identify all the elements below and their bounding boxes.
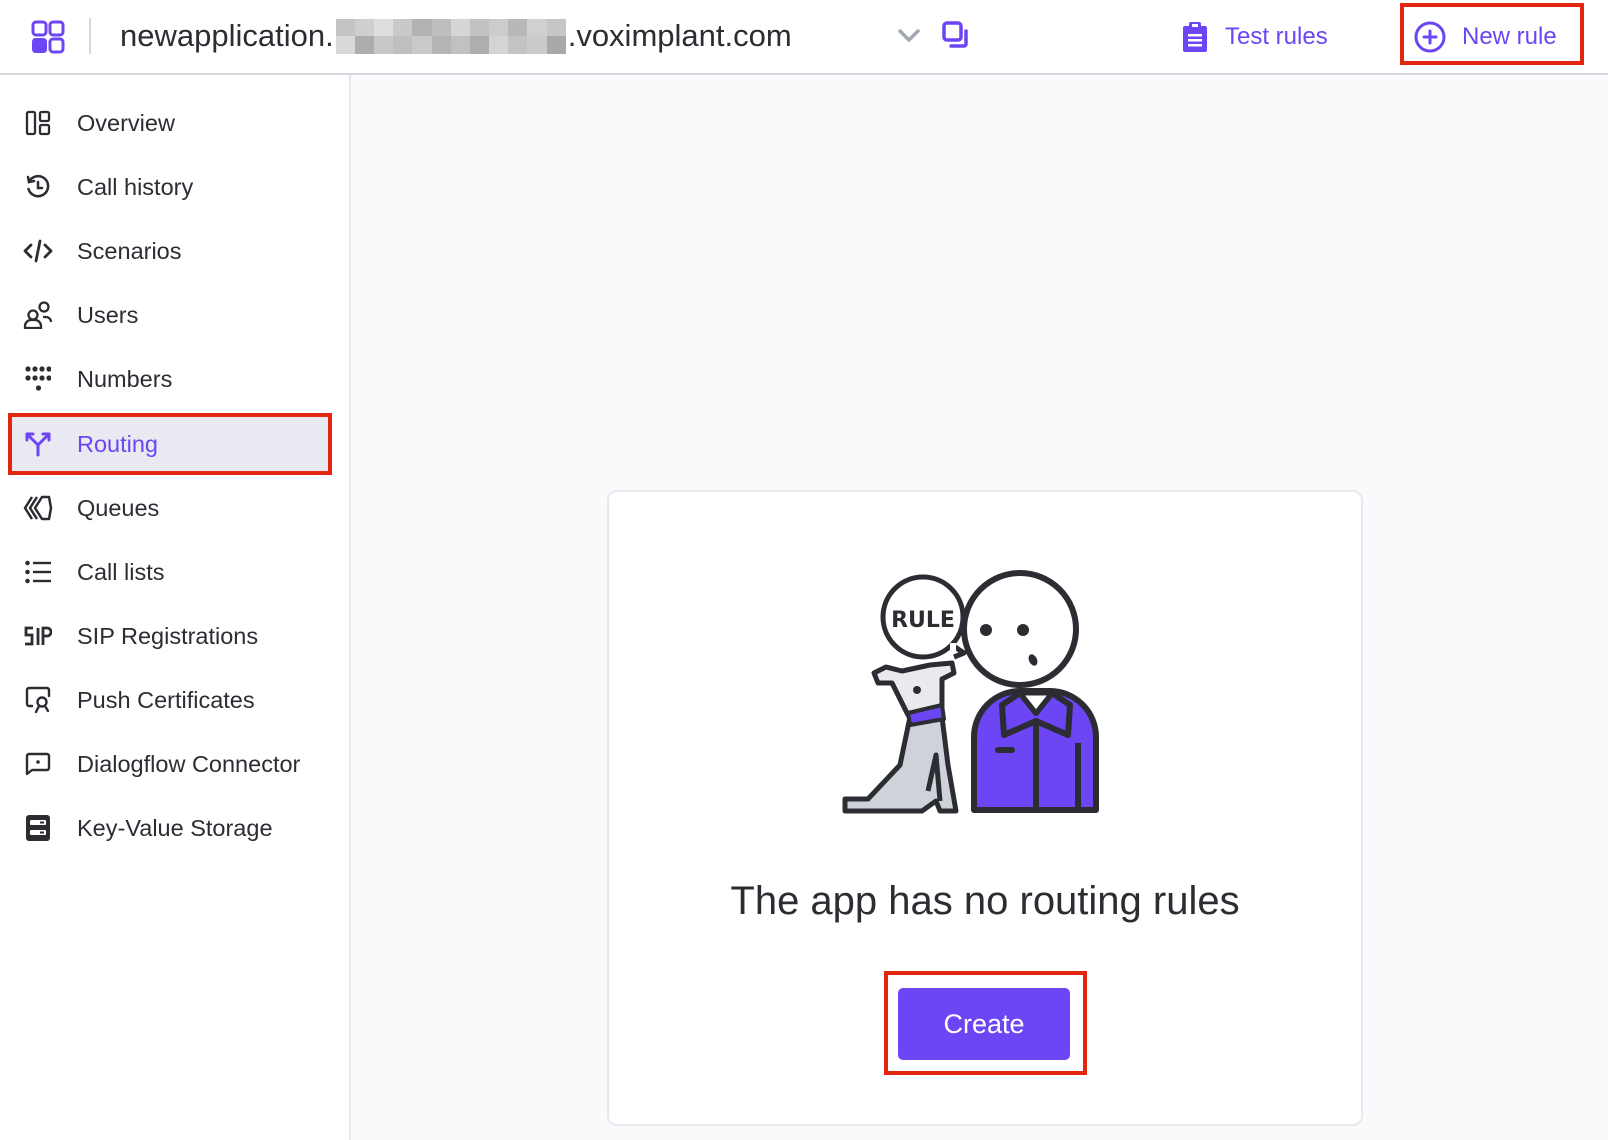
sidebar-item-label: SIP Registrations [77, 622, 259, 649]
person-icon [961, 570, 1099, 813]
sidebar-item-scenarios[interactable]: Scenarios [8, 221, 332, 281]
code-icon [23, 236, 53, 266]
top-header: newapplication. .voximplant.com Test rul… [0, 0, 1608, 75]
sidebar-item-label: Queues [77, 494, 160, 521]
sidebar-item-queues[interactable]: Queues [8, 478, 332, 538]
chevron-down-icon[interactable] [894, 23, 924, 49]
list-icon [23, 557, 53, 587]
sidebar-item-label: Call history [77, 173, 194, 200]
sidebar-item-key-value-storage[interactable]: Key-Value Storage [8, 798, 332, 858]
sidebar-item-dialogflow-connector[interactable]: Dialogflow Connector [8, 734, 332, 794]
dog-and-person-illustration: RULE [842, 570, 1099, 814]
sidebar-item-label: Users [77, 301, 139, 328]
storage-icon [23, 813, 53, 843]
copy-icon[interactable] [940, 20, 970, 50]
sidebar-item-users[interactable]: Users [8, 285, 332, 345]
sidebar-item-label: Key-Value Storage [77, 814, 273, 841]
sidebar-item-overview[interactable]: Overview [8, 93, 332, 153]
sidebar-item-call-history[interactable]: Call history [8, 157, 332, 217]
app-name-suffix: .voximplant.com [567, 18, 792, 53]
sidebar-item-label: Push Certificates [77, 686, 255, 713]
users-icon [23, 300, 53, 330]
create-button[interactable]: Create [898, 988, 1070, 1060]
app-grid-icon[interactable] [31, 20, 65, 54]
sidebar-item-label: Dialogflow Connector [77, 750, 301, 777]
sidebar-item-label: Numbers [77, 365, 173, 392]
sidebar-item-label: Call lists [77, 558, 165, 585]
new-rule-button[interactable]: New rule [1414, 18, 1557, 56]
history-icon [23, 172, 53, 202]
sidebar-item-push-certificates[interactable]: Push Certificates [8, 670, 332, 730]
queues-icon [23, 493, 53, 523]
clipboard-icon [1183, 22, 1207, 52]
certificate-icon [23, 685, 53, 715]
test-rules-button[interactable]: Test rules [1183, 18, 1328, 56]
sidebar-item-label: Routing [77, 430, 158, 457]
test-rules-label: Test rules [1225, 23, 1328, 50]
sidebar-item-sip-registrations[interactable]: SIP Registrations [8, 606, 332, 666]
sidebar-item-label: Overview [77, 109, 175, 136]
sidebar-item-call-lists[interactable]: Call lists [8, 542, 332, 602]
sidebar-item-label: Scenarios [77, 237, 182, 264]
sip-icon [23, 621, 53, 651]
app-name-prefix: newapplication. [120, 18, 334, 53]
overview-icon [23, 108, 53, 138]
sidebar-item-numbers[interactable]: Numbers [8, 349, 332, 409]
header-divider [89, 18, 91, 54]
new-rule-label: New rule [1462, 23, 1557, 50]
dog-icon [842, 660, 959, 814]
routing-icon [23, 429, 53, 459]
dialpad-icon [23, 364, 53, 394]
chat-icon [23, 749, 53, 779]
plus-circle-icon [1414, 21, 1446, 53]
redacted-account-name [335, 18, 566, 54]
bubble-text: RULE [891, 608, 955, 633]
empty-state-title: The app has no routing rules [730, 879, 1240, 923]
sidebar-item-routing[interactable]: Routing [8, 413, 332, 475]
app-domain-title: newapplication. .voximplant.com [120, 16, 792, 56]
